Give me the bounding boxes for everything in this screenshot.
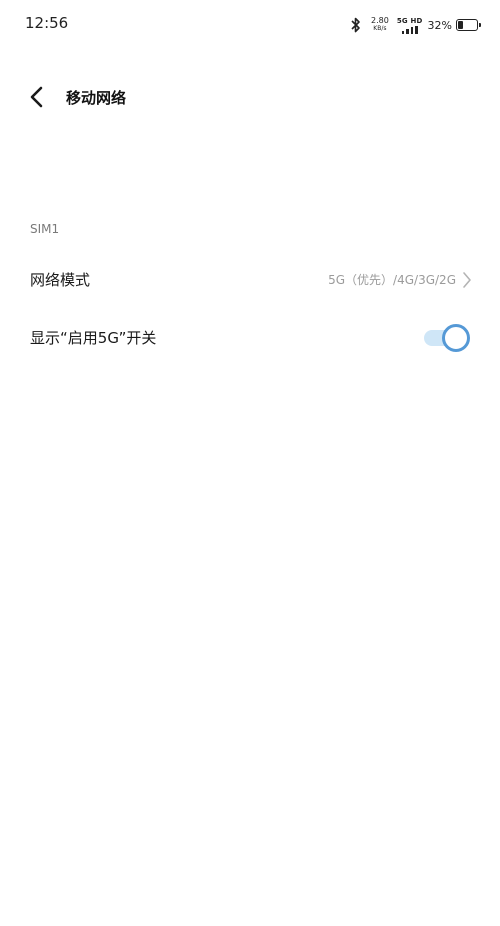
back-arrow-icon[interactable] bbox=[27, 85, 47, 109]
network-speed-value: 2.80 bbox=[371, 16, 389, 25]
show-5g-toggle[interactable] bbox=[422, 324, 470, 352]
status-bar: 12:56 2.80 KB/s 5G HD 32% bbox=[0, 0, 500, 48]
network-mode-row[interactable]: 网络模式 5G（优先）/4G/3G/2G bbox=[0, 254, 500, 306]
chevron-right-icon bbox=[463, 272, 471, 288]
bluetooth-icon bbox=[351, 17, 360, 33]
show-5g-switch-row: 显示“启用5G”开关 bbox=[0, 312, 500, 364]
status-time: 12:56 bbox=[25, 14, 69, 32]
battery-icon bbox=[456, 19, 481, 31]
section-label-sim1: SIM1 bbox=[30, 222, 60, 236]
signal-label: 5G HD bbox=[396, 16, 423, 25]
signal-indicator: 5G HD bbox=[397, 17, 423, 34]
page-header: 移动网络 bbox=[0, 78, 500, 116]
mobile-network-screen: 12:56 2.80 KB/s 5G HD 32% 移动网络 SIM1 网络模式… bbox=[0, 0, 500, 926]
page-title: 移动网络 bbox=[66, 89, 127, 107]
signal-icon bbox=[401, 25, 418, 34]
battery-percent: 32% bbox=[427, 18, 452, 32]
network-mode-label: 网络模式 bbox=[30, 271, 91, 289]
network-mode-value: 5G（优先）/4G/3G/2G bbox=[328, 273, 456, 287]
battery-level-fill bbox=[458, 21, 464, 29]
show-5g-switch-label: 显示“启用5G”开关 bbox=[30, 329, 157, 347]
network-speed: 2.80 KB/s bbox=[371, 17, 389, 33]
status-indicators: 2.80 KB/s 5G HD 32% bbox=[349, 15, 481, 35]
network-speed-unit: KB/s bbox=[373, 25, 387, 32]
toggle-knob bbox=[442, 324, 470, 352]
